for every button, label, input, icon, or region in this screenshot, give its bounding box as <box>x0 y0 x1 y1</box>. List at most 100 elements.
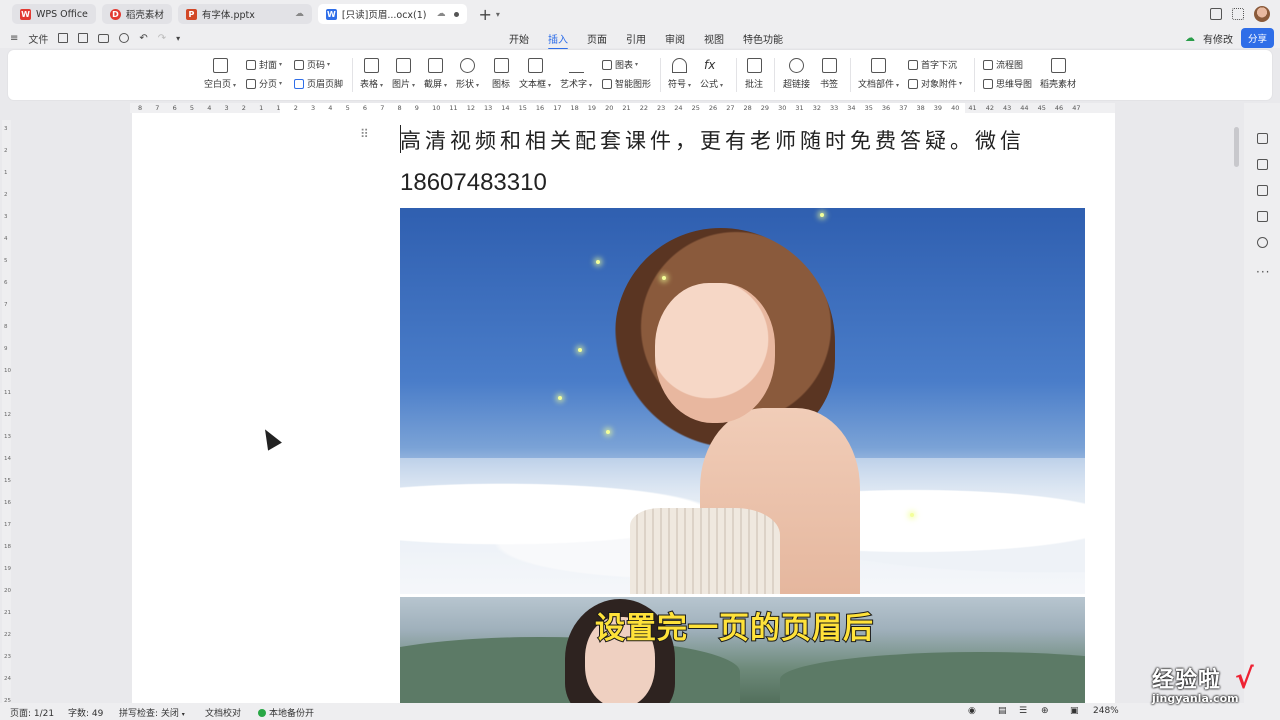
icon-label: 图标 <box>492 80 511 90</box>
tab-home[interactable]: 开始 <box>509 31 529 46</box>
hamburger-icon[interactable]: ≡ <box>10 33 18 44</box>
vertical-scrollbar[interactable] <box>1234 127 1239 167</box>
select-cursor-icon[interactable] <box>1257 159 1268 170</box>
phone-number-text[interactable]: 18607483310 <box>400 169 547 197</box>
header-footer-button[interactable]: 页眉页脚 <box>294 77 343 90</box>
screenshot-button[interactable]: 截屏 ▾ <box>424 58 447 90</box>
formula-button[interactable]: fx 公式 ▾ <box>700 58 723 90</box>
file-menu[interactable]: 文件 <box>28 31 48 46</box>
hyperlink-button[interactable]: 超链接 <box>783 58 810 90</box>
blank-page-button[interactable]: 空白页 ▾ <box>204 58 236 90</box>
settings-sliders-icon[interactable] <box>1257 185 1268 196</box>
tab-page[interactable]: 页面 <box>587 31 607 46</box>
smart-shape-button[interactable]: 智能图形 <box>602 77 651 90</box>
doc-parts-button[interactable]: 文档部件 ▾ <box>858 58 899 90</box>
print-preview-icon[interactable] <box>119 33 130 43</box>
tab-docer[interactable]: D 稻壳素材 <box>101 4 172 24</box>
textbox-label: 文本框 <box>519 80 547 90</box>
pptx-icon: P <box>185 8 197 20</box>
undo-icon[interactable]: ↶ <box>139 33 147 44</box>
sparkle-icon <box>578 348 582 352</box>
wordart-icon <box>568 58 584 73</box>
avatar[interactable] <box>1254 6 1270 22</box>
table-icon <box>364 58 380 73</box>
translate-icon[interactable] <box>1257 211 1268 222</box>
grid-apps-icon[interactable] <box>1232 8 1244 20</box>
wordart-label: 艺术字 <box>560 80 588 90</box>
blank-page-icon <box>212 58 228 73</box>
shape-button[interactable]: 形状 ▾ <box>456 58 479 90</box>
object-attach-button[interactable]: 对象附件 ▾ <box>908 77 962 90</box>
ruler-tick-label: 39 <box>933 104 943 112</box>
flowchart-button[interactable]: 流程图 <box>983 58 1023 71</box>
drop-cap-button[interactable]: 首字下沉 <box>908 58 957 71</box>
chart-button[interactable]: 图表 ▾ <box>602 58 638 71</box>
zoom-level[interactable]: 248% <box>1093 706 1119 716</box>
icon-button[interactable]: 图标 <box>492 58 510 90</box>
wordart-button[interactable]: 艺术字 ▾ <box>560 58 592 90</box>
save-icon[interactable] <box>58 33 69 43</box>
more-icon[interactable]: ··· <box>1256 265 1270 279</box>
tab-docx-active[interactable]: W [只读]页眉...ocx(1) ☁ <box>317 4 467 24</box>
tab-insert[interactable]: 插入 <box>548 31 568 50</box>
ruler-tick-label: 2 <box>241 104 246 112</box>
outline-view-icon[interactable]: ☰ <box>1019 706 1027 716</box>
picture-button[interactable]: 图片 ▾ <box>392 58 415 90</box>
table-button[interactable]: 表格 ▾ <box>360 58 383 90</box>
tab-label: 有字体.pptx <box>201 10 255 21</box>
proofread-button[interactable]: 文档校对 <box>205 706 241 719</box>
history-icon[interactable] <box>1257 237 1268 248</box>
window-layout-icon[interactable] <box>1210 8 1222 20</box>
page-break-button[interactable]: 分页 ▾ <box>246 77 282 90</box>
document-page[interactable]: ⠿ 高清视频和相关配套课件，更有老师随时免费答疑。微信 18607483310 … <box>132 113 1115 703</box>
page-number-button[interactable]: 页码 ▾ <box>294 58 330 71</box>
tab-features[interactable]: 特色功能 <box>743 31 783 46</box>
ruler-tick-label: 23 <box>4 654 11 660</box>
ruler-tick-label: 47 <box>1072 104 1081 112</box>
sparkle-icon <box>910 513 914 517</box>
mindmap-button[interactable]: 思维导图 <box>983 77 1032 90</box>
share-button[interactable]: 分享 <box>1240 28 1274 48</box>
new-tab-plus-icon[interactable]: + <box>479 5 492 24</box>
inserted-image-portrait[interactable] <box>400 208 1085 594</box>
modify-status[interactable]: 有修改 <box>1203 31 1233 46</box>
vertical-ruler[interactable]: 3 2 1 2 3 4 5 6 7 8 9 10 11 12 13 14 15 16 17 18 19 20 21 22 23 2… <box>2 120 11 705</box>
document-canvas[interactable]: ⠿ 高清视频和相关配套课件，更有老师随时免费答疑。微信 18607483310 … <box>12 113 1242 703</box>
textbox-button[interactable]: 文本框 ▾ <box>519 58 551 90</box>
docer-material-button[interactable]: 稻壳素材 <box>1040 58 1076 90</box>
redo-icon[interactable]: ↷ <box>158 33 166 44</box>
export-pdf-icon[interactable] <box>78 33 89 43</box>
ribbon-divider <box>850 58 851 92</box>
tab-review[interactable]: 审阅 <box>665 31 685 46</box>
tab-pptx[interactable]: P 有字体.pptx ☁ <box>177 4 312 24</box>
chevron-down-icon[interactable]: ▾ <box>176 34 180 43</box>
word-count[interactable]: 字数: 49 <box>68 706 103 719</box>
pen-edit-icon[interactable] <box>1257 133 1268 144</box>
page-view-icon[interactable]: ▤ <box>998 706 1007 716</box>
ruler-tick-label: 35 <box>864 104 873 112</box>
ruler-tick-label: 6 <box>4 280 8 286</box>
bookmark-button[interactable]: 书签 <box>820 58 838 90</box>
fit-page-icon[interactable]: ▣ <box>1070 706 1079 716</box>
cover-button[interactable]: 封面 ▾ <box>246 58 282 71</box>
chevron-down-icon[interactable]: ▾ <box>496 10 500 19</box>
page-count[interactable]: 页面: 1/21 <box>10 706 54 719</box>
paragraph-text[interactable]: 高清视频和相关配套课件，更有老师随时免费答疑。微信 <box>400 125 1025 155</box>
print-icon[interactable] <box>98 33 110 43</box>
backup-status[interactable]: 本地备份开 <box>258 706 314 719</box>
symbol-button[interactable]: 符号 ▾ <box>668 58 691 90</box>
drag-handle-icon[interactable]: ⠿ <box>360 127 369 141</box>
web-view-icon[interactable]: ⊕ <box>1041 706 1049 716</box>
tab-references[interactable]: 引用 <box>626 31 646 46</box>
bookmark-icon <box>821 58 837 73</box>
sparkle-icon <box>558 396 562 400</box>
comment-button[interactable]: 批注 <box>745 58 763 90</box>
eye-protect-icon[interactable]: ◉ <box>968 706 976 716</box>
tab-view[interactable]: 视图 <box>704 31 724 46</box>
horizontal-ruler[interactable]: 8 7 6 5 4 3 2 1 1 2 3 4 5 6 7 8 9 10 11 12 13 14 15 16 17 18 19 20 2… <box>130 103 1115 113</box>
tab-wps-office[interactable]: W WPS Office <box>12 4 96 24</box>
flowchart-label: 流程图 <box>996 61 1024 71</box>
ribbon-divider <box>660 58 661 92</box>
hyperlink-label: 超链接 <box>783 80 811 90</box>
spellcheck-status[interactable]: 拼写检查: 关闭 ▾ <box>119 706 185 719</box>
